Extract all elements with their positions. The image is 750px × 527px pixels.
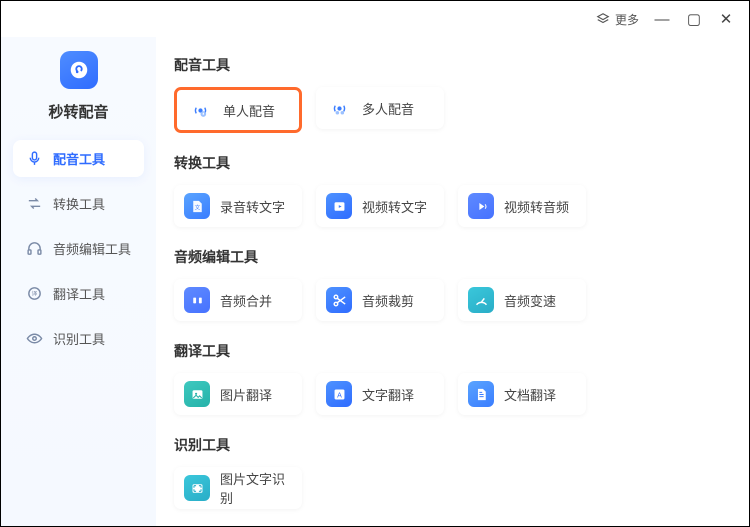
tile-image-translate[interactable]: 图片翻译 (174, 373, 302, 415)
section-title: 配音工具 (174, 55, 727, 75)
sidebar-item-label: 音频编辑工具 (53, 239, 131, 258)
tile-text-translate[interactable]: A 文字翻译 (316, 373, 444, 415)
tile-row: 音频合并 音频裁剪 音频变速 (174, 279, 727, 321)
sidebar-item-label: 识别工具 (53, 329, 105, 348)
tile-multi-dubbing[interactable]: 多人配音 (316, 87, 444, 129)
maximize-button[interactable]: ▢ (685, 10, 703, 28)
tile-row: 图片文字识别 (174, 467, 727, 509)
tile-audio-speed[interactable]: 音频变速 (458, 279, 586, 321)
convert-icon (25, 195, 43, 213)
close-button[interactable]: ✕ (717, 10, 735, 28)
titlebar: 更多 — ▢ ✕ (1, 1, 749, 37)
sidebar-item-label: 配音工具 (53, 149, 105, 168)
tile-audio-to-text[interactable]: 文 录音转文字 (174, 185, 302, 227)
speed-icon (468, 287, 494, 313)
sidebar-item-label: 翻译工具 (53, 284, 105, 303)
scissors-icon (326, 287, 352, 313)
stack-icon (596, 12, 610, 26)
headphones-icon (25, 240, 43, 258)
mic-icon (25, 150, 43, 168)
tile-label: 音频变速 (504, 291, 556, 310)
section-translate: 翻译工具 图片翻译 A 文字翻译 (174, 341, 727, 415)
section-title: 识别工具 (174, 435, 727, 455)
tile-image-ocr[interactable]: 图片文字识别 (174, 467, 302, 509)
sidebar-item-convert[interactable]: 转换工具 (13, 185, 144, 222)
section-recognize: 识别工具 图片文字识别 (174, 435, 727, 509)
sidebar-nav: 配音工具 转换工具 音频编辑工具 译 (13, 140, 144, 357)
tile-doc-translate[interactable]: 文档翻译 (458, 373, 586, 415)
tile-row: 文 录音转文字 视频转文字 视频转音频 (174, 185, 727, 227)
video-audio-icon (468, 193, 494, 219)
tile-label: 音频合并 (220, 291, 272, 310)
video-text-icon (326, 193, 352, 219)
text-translate-icon: A (326, 381, 352, 407)
minimize-button[interactable]: — (653, 11, 671, 28)
tile-label: 文档翻译 (504, 385, 556, 404)
tile-label: 图片文字识别 (220, 469, 292, 507)
section-title: 音频编辑工具 (174, 247, 727, 267)
svg-text:A: A (337, 391, 342, 399)
tile-audio-merge[interactable]: 音频合并 (174, 279, 302, 321)
sidebar-item-audio-edit[interactable]: 音频编辑工具 (13, 230, 144, 267)
tile-audio-trim[interactable]: 音频裁剪 (316, 279, 444, 321)
tile-row: 单人配音 多人配音 (174, 87, 727, 133)
tile-single-dubbing[interactable]: 单人配音 (174, 87, 302, 133)
main-content: 配音工具 单人配音 多人配音 (156, 37, 749, 526)
section-audio-edit: 音频编辑工具 音频合并 音频裁剪 (174, 247, 727, 321)
audio-text-icon: 文 (184, 193, 210, 219)
tile-label: 图片翻译 (220, 385, 272, 404)
section-convert: 转换工具 文 录音转文字 视频转文字 (174, 153, 727, 227)
sidebar-item-translate[interactable]: 译 翻译工具 (13, 275, 144, 312)
tile-label: 单人配音 (223, 101, 275, 120)
sidebar-item-dubbing[interactable]: 配音工具 (13, 140, 144, 177)
tile-label: 音频裁剪 (362, 291, 414, 310)
ocr-icon (184, 475, 210, 501)
tile-video-to-audio[interactable]: 视频转音频 (458, 185, 586, 227)
tile-video-to-text[interactable]: 视频转文字 (316, 185, 444, 227)
app-name: 秒转配音 (48, 101, 108, 122)
tile-label: 视频转文字 (362, 197, 427, 216)
image-translate-icon (184, 381, 210, 407)
svg-text:译: 译 (31, 290, 37, 298)
body: 秒转配音 配音工具 转换工具 (1, 37, 749, 526)
tile-label: 多人配音 (362, 99, 414, 118)
doc-translate-icon (468, 381, 494, 407)
tile-label: 文字翻译 (362, 385, 414, 404)
broadcast-icon (187, 97, 213, 123)
merge-icon (184, 287, 210, 313)
translate-icon: 译 (25, 285, 43, 303)
sidebar: 秒转配音 配音工具 转换工具 (1, 37, 156, 526)
logo-icon (68, 59, 90, 81)
app-logo (60, 51, 98, 89)
sidebar-item-label: 转换工具 (53, 194, 105, 213)
more-button[interactable]: 更多 (596, 11, 639, 28)
section-title: 翻译工具 (174, 341, 727, 361)
tile-label: 录音转文字 (220, 197, 285, 216)
tile-label: 视频转音频 (504, 197, 569, 216)
app-window: 更多 — ▢ ✕ 秒转配音 配音工具 (1, 1, 749, 526)
section-dubbing: 配音工具 单人配音 多人配音 (174, 55, 727, 133)
section-title: 转换工具 (174, 153, 727, 173)
more-label: 更多 (615, 11, 639, 28)
broadcast-multi-icon (326, 95, 352, 121)
tile-row: 图片翻译 A 文字翻译 文档翻译 (174, 373, 727, 415)
sidebar-item-recognize[interactable]: 识别工具 (13, 320, 144, 357)
eye-icon (25, 330, 43, 348)
